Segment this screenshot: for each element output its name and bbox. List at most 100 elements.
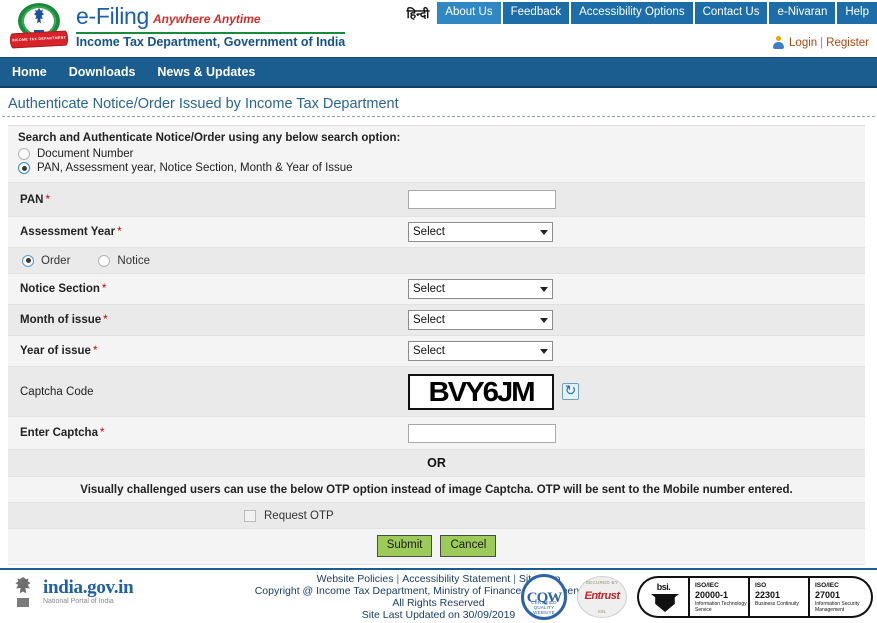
enter-captcha-required-marker: * [99,427,105,439]
top-nav-item-accessibility-options[interactable]: Accessibility Options [571,2,693,24]
iso-badge-27001-number: 27001 [815,590,841,600]
bsi-kitemark-icon: bsi. [637,576,689,618]
assessment-year-selected-value: Select [413,226,445,238]
search-options-block: Search and Authenticate Notice/Order usi… [8,126,865,183]
iso-badge-27001: ISO/IEC 27001 Information Security Manag… [809,576,873,618]
nav-item-home[interactable]: Home [12,65,47,79]
form-row-actions: Submit Cancel [8,529,865,565]
pan-label: PAN * [20,193,50,206]
form-row-notice-section: Notice Section * Select [8,274,865,305]
brand-tagline: Anywhere Anytime [153,11,261,26]
month-of-issue-required-marker: * [103,314,108,326]
month-of-issue-select[interactable]: Select [408,310,553,330]
search-option-pan-label: PAN, Assessment year, Notice Section, Mo… [37,162,353,174]
bsi-label: bsi. [656,582,671,592]
cqw-arc-text: CERTIFIED QUALITY WEBSITE [531,600,557,615]
entrust-top-text: SECURED BY [585,580,619,585]
chevron-down-icon [540,317,548,323]
pan-required-marker: * [45,193,50,206]
year-of-issue-label: Year of issue * [20,345,98,357]
form-row-assessment-year: Assessment Year * Select [8,217,865,248]
entrust-ssl-seal-icon: SECURED BY Entrust SSL [577,574,627,620]
doc-type-order[interactable]: Order [22,254,71,267]
iso-badge-20000-1-standard: ISO/IEC [695,582,719,589]
search-option-document-number[interactable]: Document Number [18,148,857,160]
captcha-image: BVY6JM [408,373,554,410]
chevron-down-icon [540,286,548,292]
top-nav-item-help[interactable]: Help [837,2,877,24]
form-row-month-of-issue: Month of issue * Select [8,305,865,336]
footer-link-accessibility-statement[interactable]: Accessibility Statement [402,573,510,585]
doc-type-notice-label: Notice [117,254,151,267]
register-link[interactable]: Register [826,37,869,49]
top-nav-item-contact-us[interactable]: Contact Us [694,2,768,24]
form-row-otp-note: Visually challenged users can use the be… [8,477,865,503]
form-row-year-of-issue: Year of issue * Select [8,336,865,367]
notice-section-select[interactable]: Select [408,279,553,299]
radio-order[interactable] [22,254,34,267]
notice-section-label: Notice Section * [20,283,107,295]
certification-badges: CQW CERTIFIED QUALITY WEBSITE SECURED BY… [521,574,873,620]
otp-note-text: Visually challenged users can use the be… [80,483,793,496]
form-row-doc-type: Order Notice [8,248,865,274]
form-row-request-otp: Request OTP [8,503,865,529]
form-row-or-divider: OR [8,450,865,477]
notice-section-required-marker: * [101,283,107,295]
iso-badge-22301-description: Business Continuity [755,601,799,607]
nav-item-downloads[interactable]: Downloads [69,65,136,79]
top-nav-item-e-nivaran[interactable]: e-Nivaran [769,2,836,24]
entrust-name: Entrust [584,590,621,602]
footer-separator-2: | [513,573,516,585]
search-option-document-number-label: Document Number [37,148,134,160]
login-link[interactable]: Login [789,37,817,49]
assessment-year-required-marker: * [117,226,122,238]
search-option-pan[interactable]: PAN, Assessment year, Notice Section, Mo… [18,162,857,174]
month-of-issue-selected-value: Select [413,314,445,326]
doc-type-radio-group: Order Notice [8,251,178,271]
doc-type-notice[interactable]: Notice [98,254,151,267]
year-of-issue-required-marker: * [92,345,98,357]
chevron-down-icon [540,348,548,354]
assessment-year-select[interactable]: Select [408,222,553,242]
top-utility-nav: हिन्दी About Us Feedback Accessibility O… [407,2,877,24]
chevron-down-icon [540,229,548,235]
login-register-bar: Login | Register [772,36,869,49]
pan-input[interactable] [408,190,556,209]
radio-pan-combination[interactable] [18,162,30,174]
search-options-heading: Search and Authenticate Notice/Order usi… [18,132,401,144]
assessment-year-control: Select [408,222,865,242]
iso-badge-22301: ISO 22301 Business Continuity [749,576,809,618]
nav-item-news-updates[interactable]: News & Updates [157,65,255,79]
cqw-certified-quality-website-icon: CQW CERTIFIED QUALITY WEBSITE [521,574,567,620]
language-toggle-hindi[interactable]: हिन्दी [407,5,430,22]
captcha-code-control: BVY6JM [408,373,865,410]
iso-badge-22301-standard: ISO [755,582,767,589]
footer-link-website-policies[interactable]: Website Policies [317,573,394,585]
page-title-container: Authenticate Notice/Order Issued by Inco… [2,88,875,117]
page-title: Authenticate Notice/Order Issued by Inco… [8,96,399,112]
iso-badge-27001-description: Information Security Management [815,601,860,613]
entrust-bottom-text: SSL [597,609,607,614]
main-navigation-bar: Home Downloads News & Updates [0,57,877,88]
captcha-code-value: BVY6JM [428,375,535,407]
footer-separator-1: | [396,573,400,585]
radio-document-number[interactable] [18,148,30,160]
top-nav-item-feedback[interactable]: Feedback [502,2,570,24]
form-row-pan: PAN * [8,183,865,217]
iso-badge-20000-1-number: 20000-1 [695,590,729,600]
submit-button[interactable]: Submit [376,535,433,557]
request-otp-label: Request OTP [264,509,334,522]
year-of-issue-select[interactable]: Select [408,341,553,361]
top-nav-item-about-us[interactable]: About Us [437,2,501,24]
month-of-issue-label: Month of issue * [20,314,108,326]
cancel-button[interactable]: Cancel [440,535,497,557]
enter-captcha-input[interactable] [408,423,556,443]
request-otp-checkbox[interactable] [244,509,256,522]
notice-section-control: Select [408,279,865,299]
refresh-captcha-icon[interactable] [562,382,579,400]
radio-notice[interactable] [98,254,111,267]
request-otp-group[interactable]: Request OTP [244,509,334,522]
enter-captcha-label: Enter Captcha * [20,427,105,439]
doc-type-order-label: Order [41,254,71,267]
brand-block: INCOME TAX DEPARTMENT e-Filing Anywhere A… [8,0,346,52]
